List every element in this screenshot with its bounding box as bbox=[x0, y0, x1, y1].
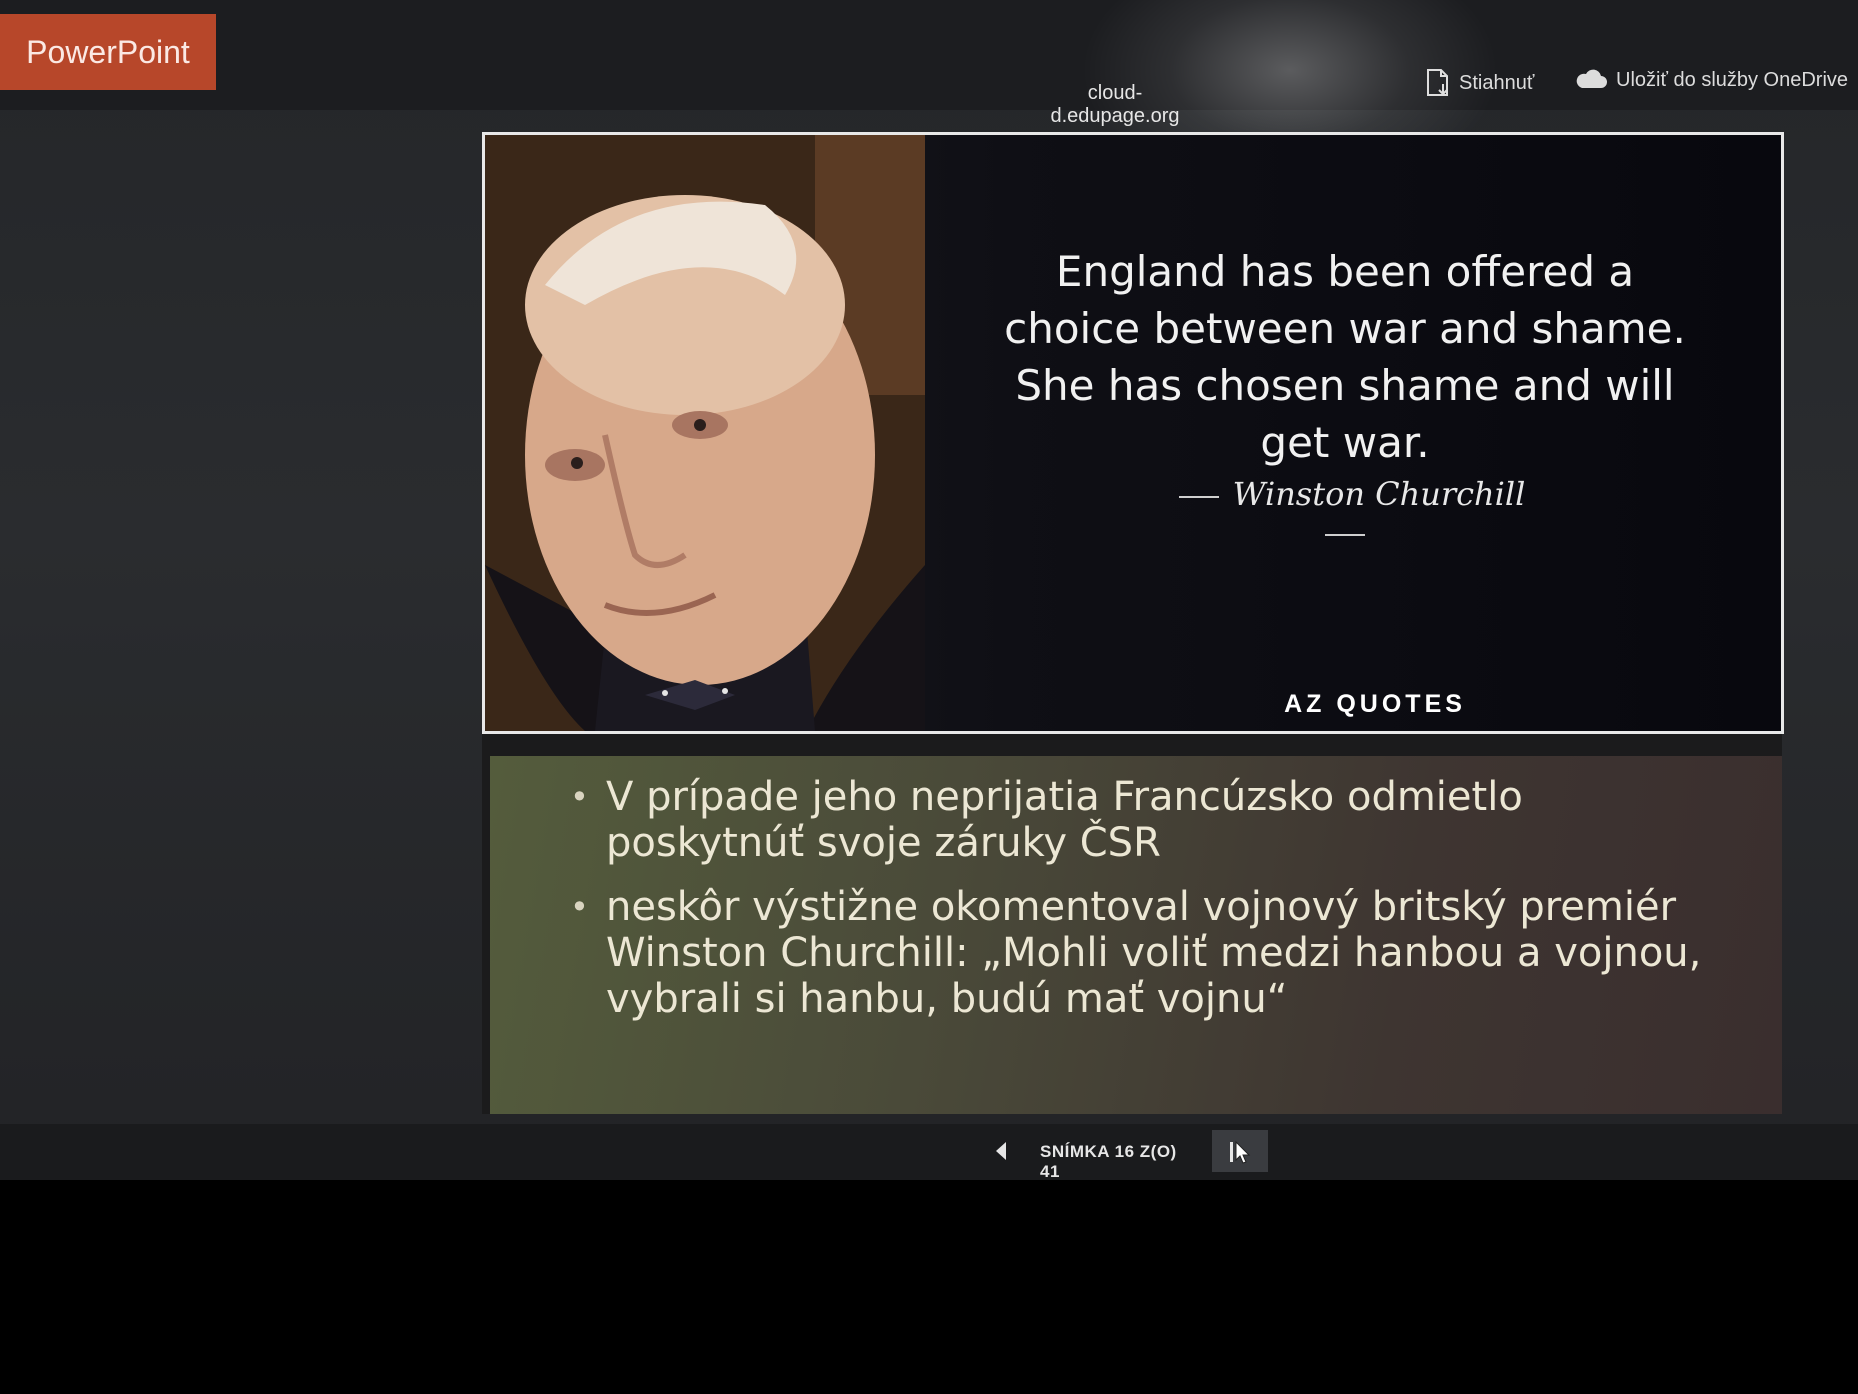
author-name: Winston Churchill bbox=[1232, 475, 1526, 513]
save-to-onedrive-button[interactable]: Uložiť do služby OneDrive bbox=[1574, 68, 1848, 92]
quote-text: England has been offered a choice betwee… bbox=[1004, 247, 1686, 467]
bullet-item: neskôr výstižne okomentoval vojnový brit… bbox=[570, 884, 1720, 1022]
quote-image: England has been offered a choice betwee… bbox=[482, 132, 1784, 734]
dash-left bbox=[1178, 495, 1219, 498]
app-brand[interactable]: PowerPoint bbox=[0, 14, 216, 90]
slide: England has been offered a choice betwee… bbox=[482, 132, 1784, 1114]
domain-label: cloud-d.edupage.org bbox=[1050, 82, 1180, 127]
cloud-icon bbox=[1574, 68, 1608, 92]
previous-slide-button[interactable] bbox=[992, 1138, 1012, 1164]
bullet-item: V prípade jeho neprijatia Francúzsko odm… bbox=[570, 774, 1720, 866]
top-bar: PowerPoint cloud-d.edupage.org Stiahnuť … bbox=[0, 0, 1858, 127]
onedrive-label: Uložiť do služby OneDrive bbox=[1616, 68, 1849, 91]
triangle-left-icon bbox=[992, 1142, 1012, 1168]
next-slide-button[interactable] bbox=[1212, 1130, 1268, 1172]
slide-counter: SNÍMKA 16 Z(O) 41 bbox=[1040, 1142, 1177, 1180]
download-label: Stiahnuť bbox=[1459, 71, 1535, 94]
bullet-panel: V prípade jeho neprijatia Francúzsko odm… bbox=[490, 756, 1782, 1114]
dash-right bbox=[1325, 533, 1365, 536]
az-quotes-logo: AZ QUOTES bbox=[1284, 690, 1466, 718]
screen: PowerPoint cloud-d.edupage.org Stiahnuť … bbox=[0, 0, 1858, 1180]
document-download-icon bbox=[1425, 68, 1451, 98]
bullet-list: V prípade jeho neprijatia Francúzsko odm… bbox=[570, 774, 1720, 1040]
portrait-photo bbox=[485, 135, 925, 731]
status-bar: SNÍMKA 16 Z(O) 41 bbox=[0, 1124, 1858, 1180]
quote-attribution: Winston Churchill bbox=[1135, 475, 1555, 551]
download-button[interactable]: Stiahnuť bbox=[1425, 68, 1534, 98]
